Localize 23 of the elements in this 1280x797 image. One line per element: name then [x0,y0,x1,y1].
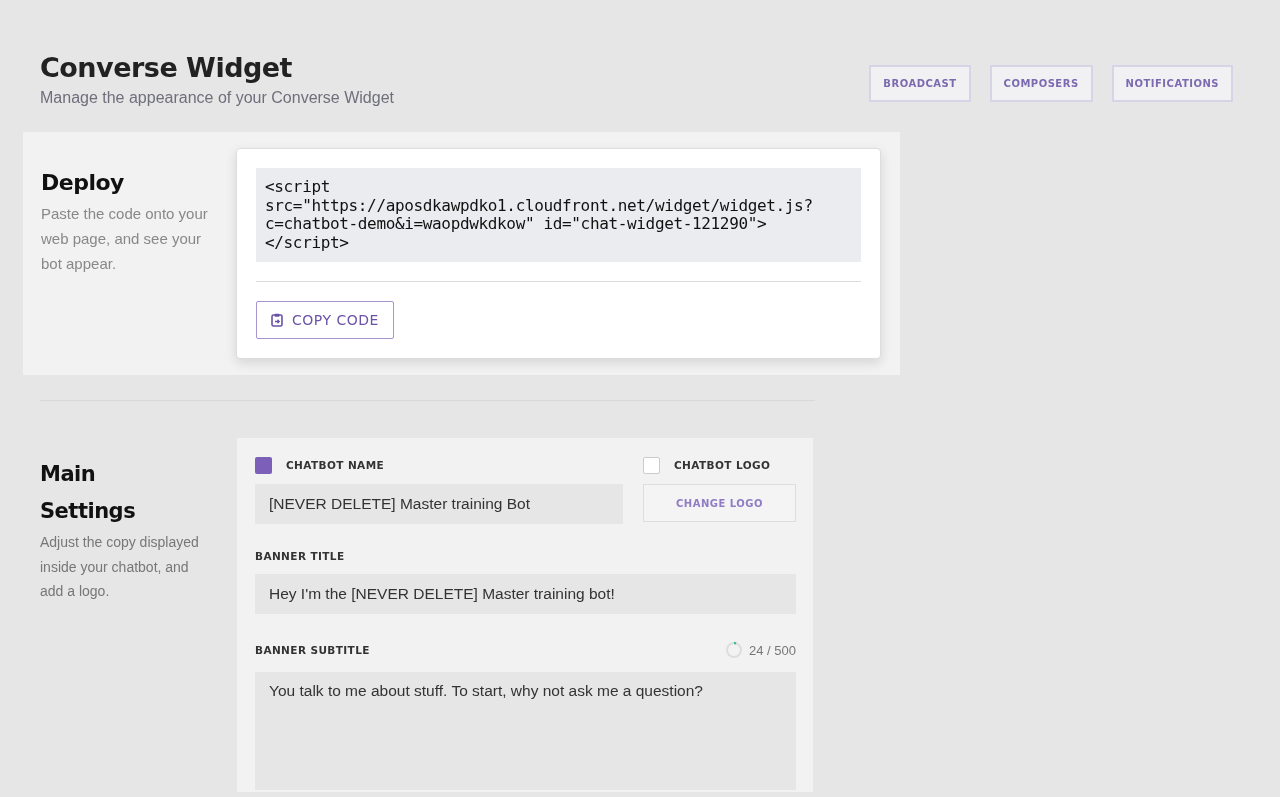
field-label: BANNER TITLE [255,550,345,562]
page-subtitle: Manage the appearance of your Converse Widget [40,89,394,107]
checkbox[interactable] [643,456,660,474]
page-title: Converse Widget [40,52,293,83]
clipboard-icon [271,313,283,327]
copy-code-button[interactable]: COPY CODE [256,301,394,339]
field-label: CHATBOT LOGO [674,459,771,471]
section-description: Paste the code onto your web page, and see your bot appear. [41,204,209,274]
section-title: Main Settings [40,461,137,525]
field-label: CHATBOT NAME [286,459,385,471]
checkbox[interactable] [255,456,272,474]
code-snippet: <script src="https://aposdkawpdko1.cloudfront.net/widget/widget.js? c=chatbot-demo&i=waopdwkdkow" id="chat-widget-121290"> </script> [256,168,861,262]
character-counter: 24 / 500 [749,642,796,658]
nav-button[interactable]: NOTIFICATIONS [1111,65,1233,102]
section-description: Adjust the copy displayed inside your chatbot, and add a logo. [40,533,200,601]
progress-ring-icon [725,641,743,659]
section-title: Deploy [41,170,125,195]
input-field[interactable]: [NEVER DELETE] Master training Bot [255,484,623,524]
nav-button[interactable]: COMPOSERS [989,65,1093,102]
input-field[interactable]: Hey I'm the [NEVER DELETE] Master training bot! [255,574,796,614]
field-label: BANNER SUBTITLE [255,644,370,656]
text-area[interactable]: You talk to me about stuff. To start, why not ask me a question? [255,672,796,790]
nav-button[interactable]: BROADCAST [869,65,971,102]
